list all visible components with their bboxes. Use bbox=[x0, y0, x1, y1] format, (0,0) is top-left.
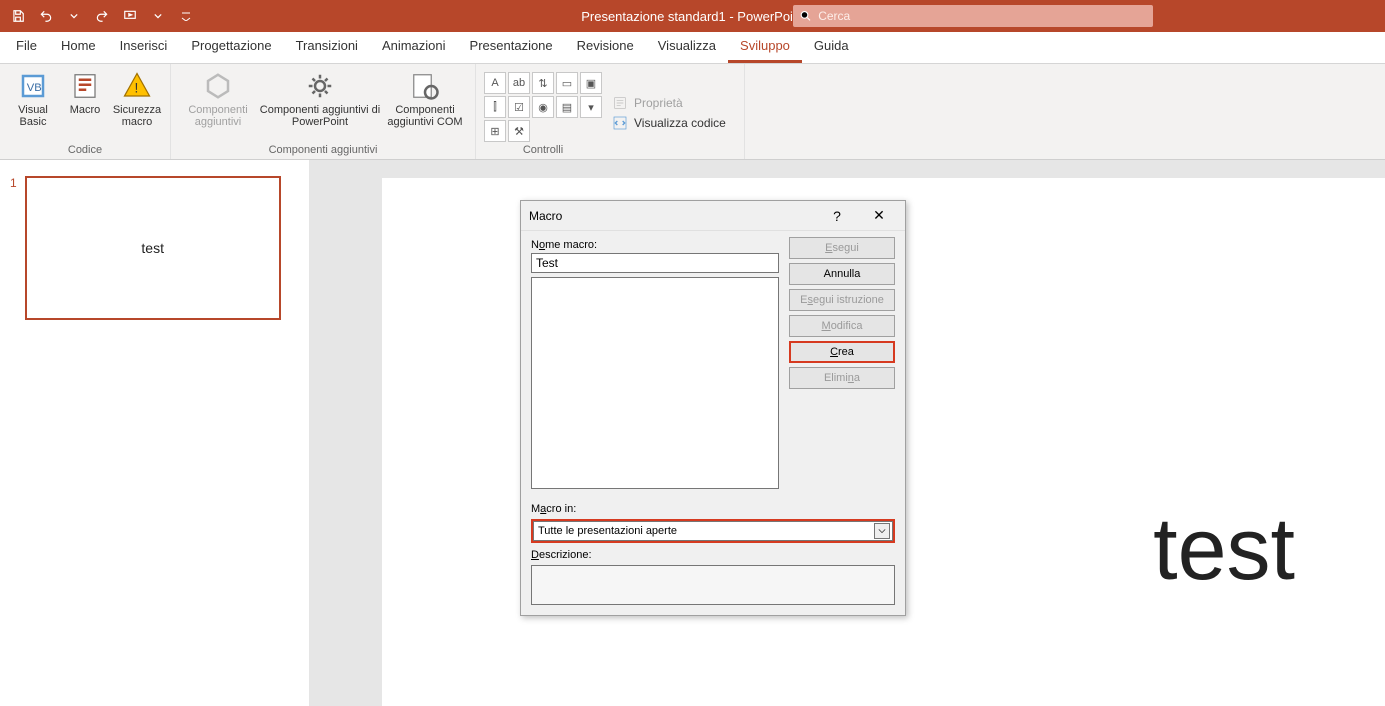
toggle-control-icon[interactable]: ⊞ bbox=[484, 120, 506, 142]
save-icon[interactable] bbox=[8, 6, 28, 26]
dialog-title: Macro bbox=[529, 209, 562, 223]
componenti-agg-label: Componenti aggiuntivi bbox=[179, 104, 257, 128]
slide-thumbnail[interactable]: test bbox=[25, 176, 281, 320]
textbox-control-icon[interactable]: ab bbox=[508, 72, 530, 94]
tab-file[interactable]: File bbox=[4, 32, 49, 63]
checkbox-control-icon[interactable]: ☑ bbox=[508, 96, 530, 118]
gear-icon bbox=[304, 70, 336, 102]
nome-macro-label: Nome macro: bbox=[531, 239, 779, 251]
nome-macro-input[interactable] bbox=[531, 253, 779, 273]
qat-more-icon[interactable] bbox=[176, 6, 196, 26]
slide-text: test bbox=[1153, 498, 1295, 600]
sicurezza-label: Sicurezza macro bbox=[112, 104, 162, 128]
search-box[interactable] bbox=[793, 5, 1153, 27]
tab-guida[interactable]: Guida bbox=[802, 32, 861, 63]
controlli-side: Proprietà Visualizza codice bbox=[602, 68, 736, 157]
visualizza-codice-button[interactable]: Visualizza codice bbox=[612, 115, 726, 131]
tab-revisione[interactable]: Revisione bbox=[565, 32, 646, 63]
macro-icon bbox=[69, 70, 101, 102]
thumbnail-number: 1 bbox=[10, 176, 17, 190]
visualizza-codice-label: Visualizza codice bbox=[634, 116, 726, 130]
dialog-help-button[interactable]: ? bbox=[819, 203, 855, 229]
ribbon-tabs: File Home Inserisci Progettazione Transi… bbox=[0, 32, 1385, 64]
proprieta-button[interactable]: Proprietà bbox=[612, 95, 726, 111]
tab-sviluppo[interactable]: Sviluppo bbox=[728, 32, 802, 63]
controls-gallery: A ab ⇅ ▭ ▣ ⫿ ☑ ◉ ▤ ▾ ⊞ ⚒ bbox=[484, 68, 602, 142]
thumbnail-wrap[interactable]: 1 test bbox=[10, 176, 299, 320]
scrollbar-control-icon[interactable]: ⫿ bbox=[484, 96, 506, 118]
macro-in-combobox[interactable]: Tutte le presentazioni aperte bbox=[533, 521, 893, 541]
chevron-down-icon[interactable] bbox=[874, 523, 890, 539]
title-bar: Presentazione standard1 - PowerPoint bbox=[0, 0, 1385, 32]
group-controlli: A ab ⇅ ▭ ▣ ⫿ ☑ ◉ ▤ ▾ ⊞ ⚒ Controlli Propr… bbox=[476, 64, 745, 159]
group-codice: VB Visual Basic Macro ! Sicurezza macro … bbox=[0, 64, 171, 159]
esegui-istruzione-button[interactable]: Esegui istruzione bbox=[789, 289, 895, 311]
tab-transizioni[interactable]: Transizioni bbox=[284, 32, 370, 63]
option-control-icon[interactable]: ◉ bbox=[532, 96, 554, 118]
tab-home[interactable]: Home bbox=[49, 32, 108, 63]
tab-progettazione[interactable]: Progettazione bbox=[179, 32, 283, 63]
proprieta-label: Proprietà bbox=[634, 96, 683, 110]
macro-list[interactable] bbox=[531, 277, 779, 489]
addin-icon bbox=[202, 70, 234, 102]
descrizione-box[interactable] bbox=[531, 565, 895, 605]
elimina-button[interactable]: Elimina bbox=[789, 367, 895, 389]
ribbon: VB Visual Basic Macro ! Sicurezza macro … bbox=[0, 64, 1385, 160]
componenti-com-label: Componenti aggiuntivi COM bbox=[383, 104, 467, 128]
macro-button[interactable]: Macro bbox=[60, 68, 110, 142]
image-control-icon[interactable]: ▣ bbox=[580, 72, 602, 94]
thumbnail-text: test bbox=[141, 240, 164, 256]
vb-label: Visual Basic bbox=[8, 104, 58, 128]
tab-inserisci[interactable]: Inserisci bbox=[108, 32, 180, 63]
descrizione-label: Descrizione: bbox=[531, 549, 895, 561]
chevron-down-icon[interactable] bbox=[64, 6, 84, 26]
label-control-icon[interactable]: A bbox=[484, 72, 506, 94]
macro-in-label: Macro in: bbox=[531, 503, 895, 515]
slide-thumbnails-panel: 1 test bbox=[0, 160, 310, 706]
modifica-button[interactable]: Modifica bbox=[789, 315, 895, 337]
search-icon bbox=[799, 9, 812, 23]
esegui-button[interactable]: Esegui bbox=[789, 237, 895, 259]
svg-text:!: ! bbox=[135, 80, 139, 95]
macro-dialog: Macro ? ✕ Nome macro: Esegui Annulla Ese… bbox=[520, 200, 906, 616]
group-controlli-label: Controlli bbox=[523, 142, 563, 158]
annulla-button[interactable]: Annulla bbox=[789, 263, 895, 285]
dialog-titlebar[interactable]: Macro ? ✕ bbox=[521, 201, 905, 231]
crea-button[interactable]: Crea bbox=[789, 341, 895, 363]
componenti-aggiuntivi-button[interactable]: Componenti aggiuntivi bbox=[179, 68, 257, 142]
svg-text:VB: VB bbox=[27, 82, 42, 94]
quick-access-toolbar bbox=[0, 6, 196, 26]
macro-in-value: Tutte le presentazioni aperte bbox=[538, 525, 677, 537]
slideshow-icon[interactable] bbox=[120, 6, 140, 26]
tab-presentazione[interactable]: Presentazione bbox=[458, 32, 565, 63]
code-icon bbox=[612, 115, 628, 131]
vb-icon: VB bbox=[17, 70, 49, 102]
componenti-powerpoint-button[interactable]: Componenti aggiuntivi di PowerPoint bbox=[259, 68, 381, 142]
chevron-down-icon[interactable] bbox=[148, 6, 168, 26]
undo-icon[interactable] bbox=[36, 6, 56, 26]
tab-visualizza[interactable]: Visualizza bbox=[646, 32, 728, 63]
group-componenti: Componenti aggiuntivi Componenti aggiunt… bbox=[171, 64, 476, 159]
componenti-pp-label: Componenti aggiuntivi di PowerPoint bbox=[259, 104, 381, 128]
group-codice-label: Codice bbox=[68, 142, 102, 158]
listbox-control-icon[interactable]: ▤ bbox=[556, 96, 578, 118]
command-control-icon[interactable]: ▭ bbox=[556, 72, 578, 94]
tab-animazioni[interactable]: Animazioni bbox=[370, 32, 458, 63]
gear-list-icon bbox=[409, 70, 441, 102]
warning-icon: ! bbox=[121, 70, 153, 102]
macro-in-combo-highlight: Tutte le presentazioni aperte bbox=[531, 519, 895, 543]
redo-icon[interactable] bbox=[92, 6, 112, 26]
macro-label: Macro bbox=[70, 104, 101, 116]
search-input[interactable] bbox=[818, 9, 1147, 23]
dialog-close-button[interactable]: ✕ bbox=[861, 203, 897, 229]
spin-control-icon[interactable]: ⇅ bbox=[532, 72, 554, 94]
group-componenti-label: Componenti aggiuntivi bbox=[269, 142, 378, 158]
more-controls-icon[interactable]: ⚒ bbox=[508, 120, 530, 142]
componenti-com-button[interactable]: Componenti aggiuntivi COM bbox=[383, 68, 467, 142]
sicurezza-macro-button[interactable]: ! Sicurezza macro bbox=[112, 68, 162, 142]
window-title: Presentazione standard1 - PowerPoint bbox=[581, 9, 804, 24]
properties-icon bbox=[612, 95, 628, 111]
combobox-control-icon[interactable]: ▾ bbox=[580, 96, 602, 118]
visual-basic-button[interactable]: VB Visual Basic bbox=[8, 68, 58, 142]
